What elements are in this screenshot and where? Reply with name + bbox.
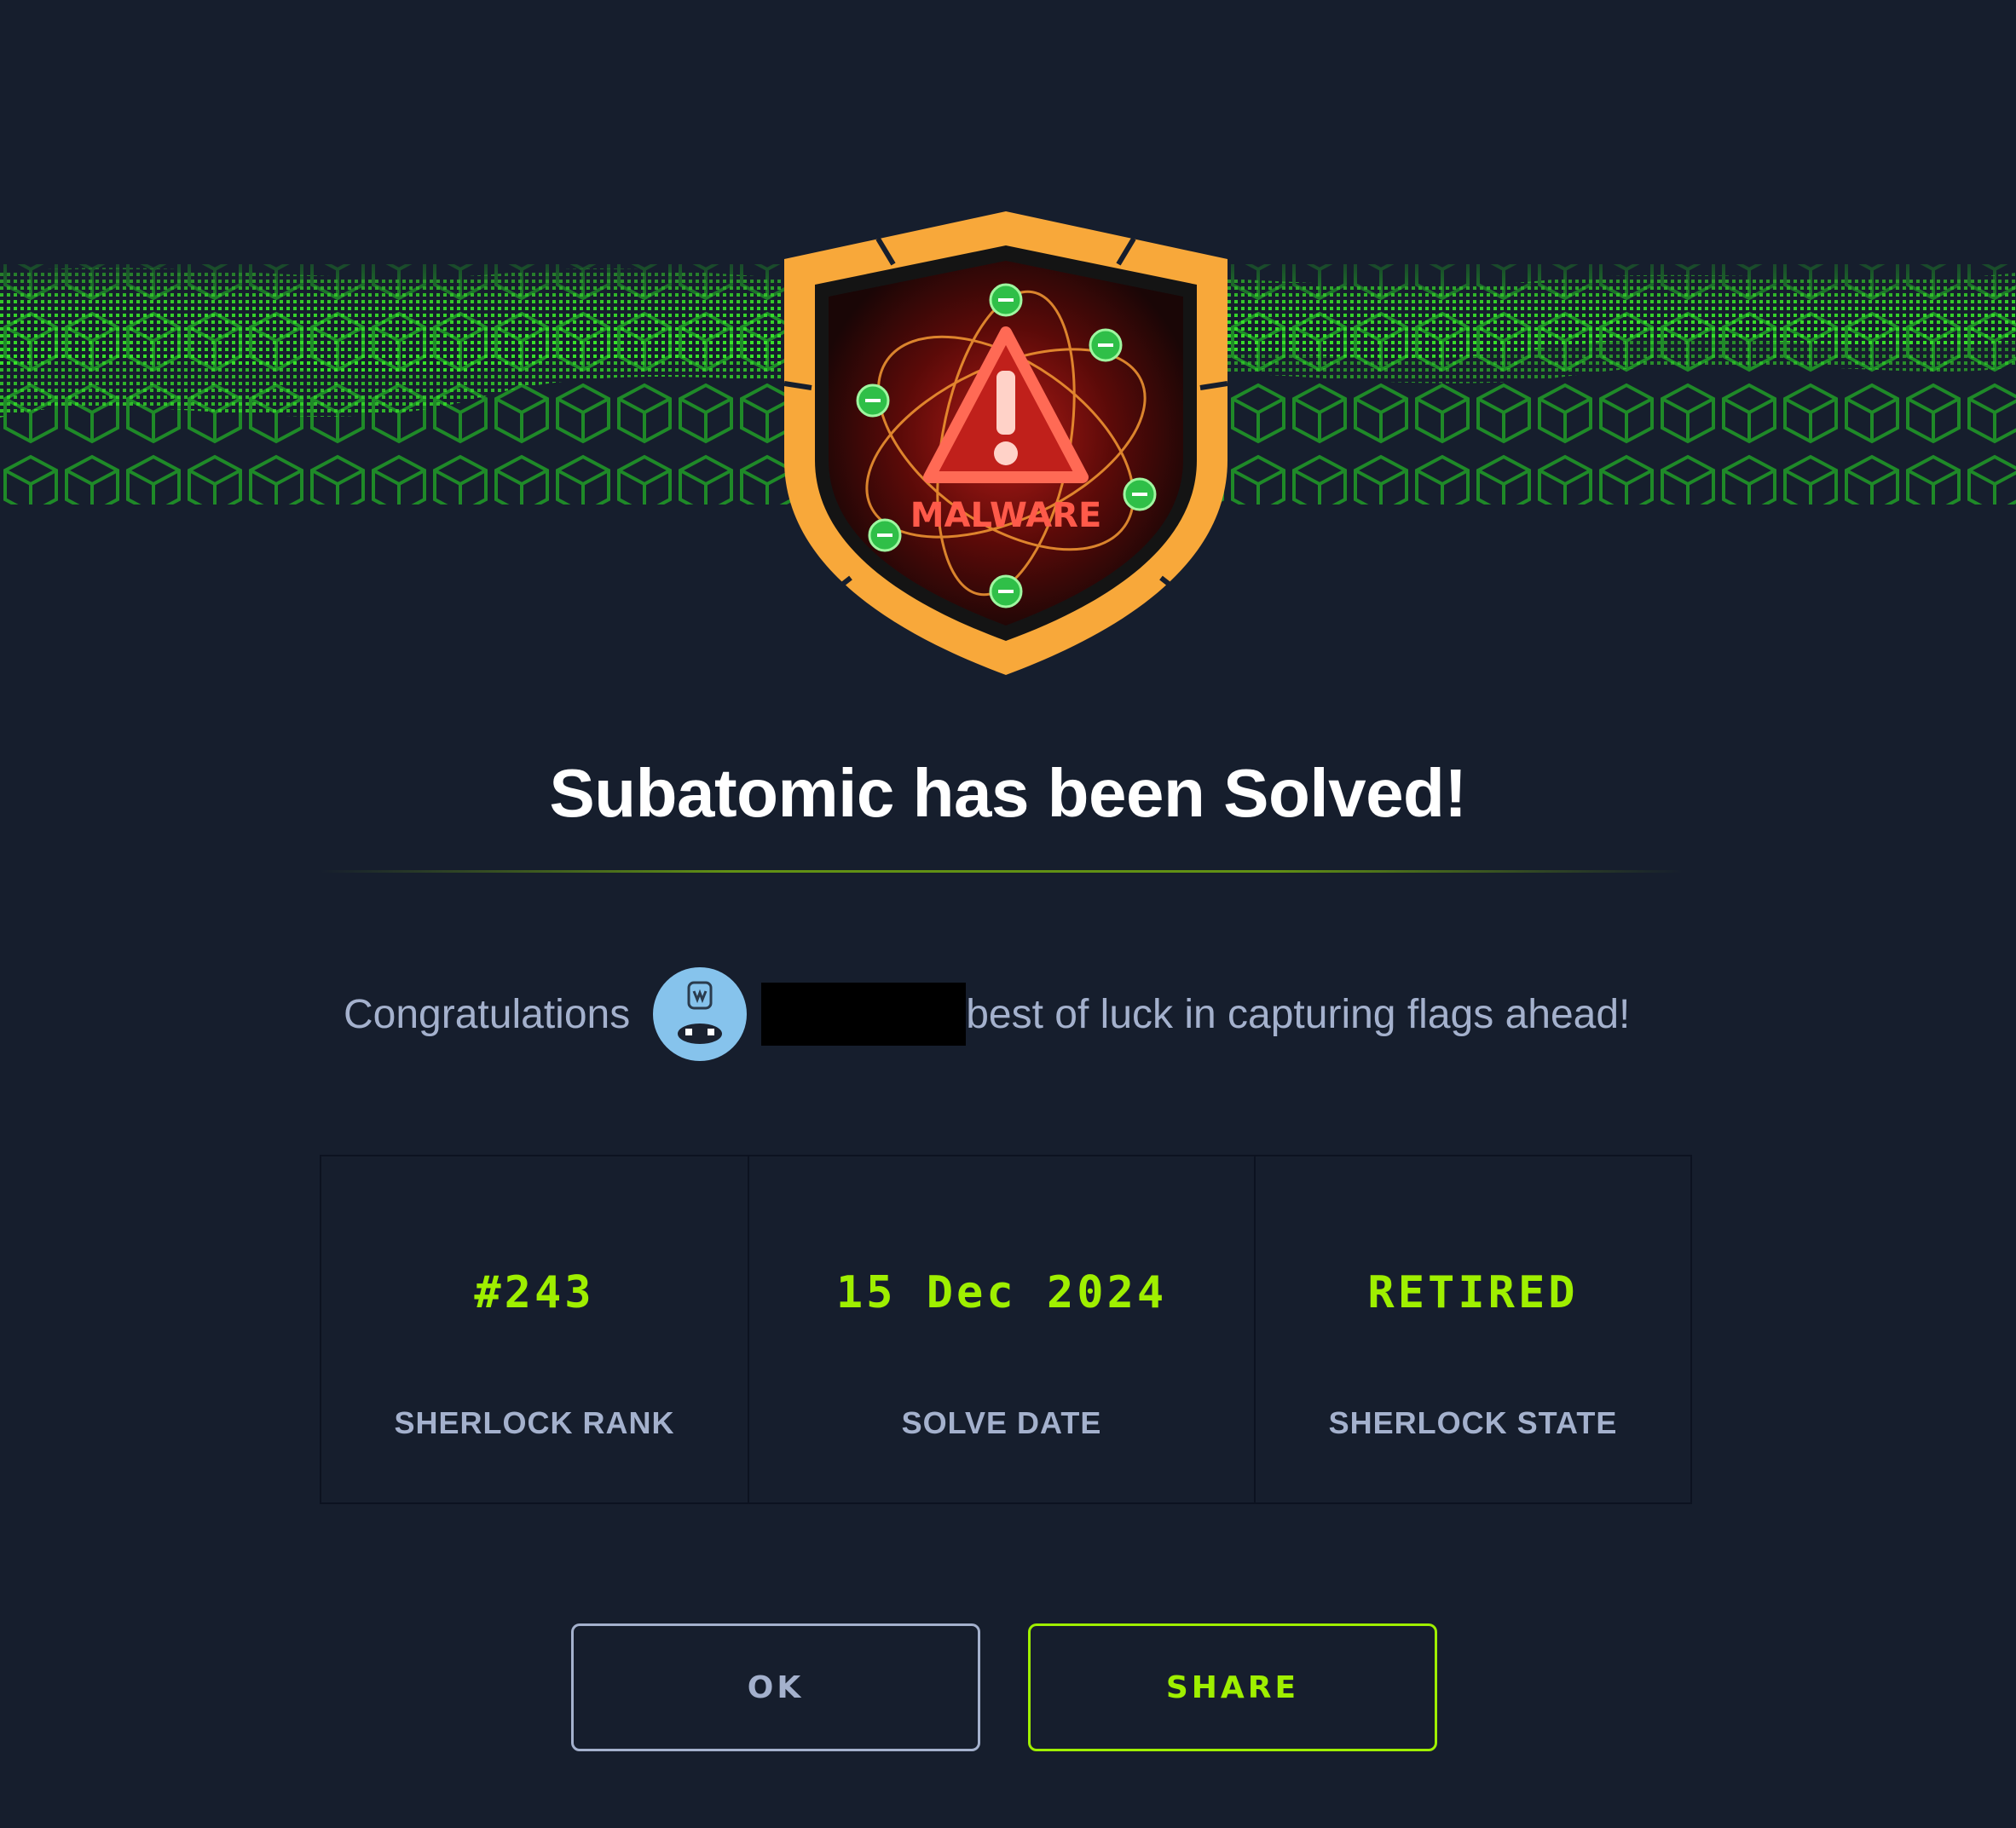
stat-state-value: RETIRED: [1367, 1267, 1579, 1318]
stat-state: RETIRED SHERLOCK STATE: [1254, 1156, 1690, 1502]
share-button[interactable]: SHARE: [1028, 1623, 1437, 1751]
congrats-message: Congratulations best of luck in capturin…: [344, 967, 1630, 1061]
stat-solve-date: 15 Dec 2024 SOLVE DATE: [748, 1156, 1254, 1502]
malware-shield-icon: MALWARE: [783, 211, 1228, 675]
svg-text:MALWARE: MALWARE: [910, 496, 1102, 535]
stat-state-label: SHERLOCK STATE: [1328, 1405, 1618, 1440]
stats-panel: #243 SHERLOCK RANK 15 Dec 2024 SOLVE DAT…: [320, 1155, 1692, 1504]
ok-button[interactable]: OK: [571, 1623, 980, 1751]
congrats-prefix: Congratulations: [344, 991, 631, 1037]
title-divider: [320, 870, 1684, 873]
malware-badge: MALWARE: [767, 205, 1245, 682]
stat-solve-date-label: SOLVE DATE: [901, 1405, 1102, 1440]
redacted-username: [761, 983, 967, 1046]
user-avatar-icon[interactable]: [653, 967, 748, 1061]
congrats-suffix: best of luck in capturing flags ahead!: [966, 991, 1631, 1037]
stat-solve-date-value: 15 Dec 2024: [835, 1267, 1168, 1318]
stat-rank-label: SHERLOCK RANK: [394, 1405, 675, 1440]
stat-rank: #243 SHERLOCK RANK: [321, 1156, 748, 1502]
page-title: Subatomic has been Solved!: [549, 755, 1467, 831]
stat-rank-value: #243: [474, 1267, 595, 1318]
